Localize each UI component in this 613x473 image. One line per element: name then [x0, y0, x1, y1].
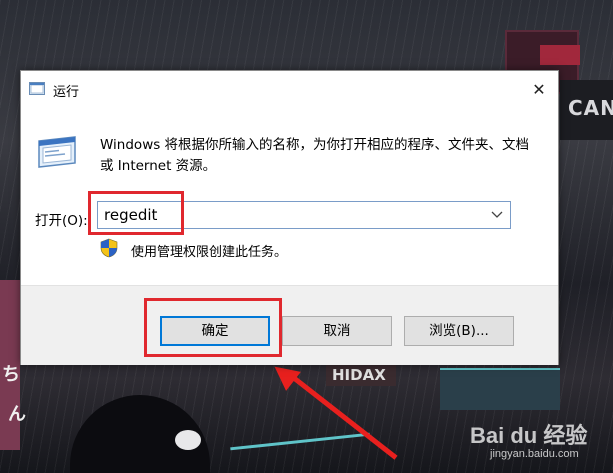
annotation-highlight-box [88, 191, 184, 235]
admin-note: 使用管理权限创建此任务。 [131, 245, 288, 260]
cancel-button[interactable]: 取消 [282, 316, 392, 346]
chevron-down-icon[interactable] [490, 207, 504, 223]
run-icon [38, 136, 76, 168]
open-label: 打开(O): [35, 213, 88, 229]
close-icon: ✕ [532, 79, 546, 99]
shield-icon [100, 238, 118, 258]
run-icon [29, 82, 45, 95]
wallpaper-char: ち [2, 364, 20, 385]
watermark-url: jingyan.baidu.com [490, 448, 579, 460]
dialog-footer: 确定 取消 浏览(B)... [21, 285, 558, 365]
run-dialog: 运行 ✕ Windows 将根据你所输入的名称，为你打开相应的程序、文件夹、文档… [20, 70, 559, 365]
annotation-highlight-box [144, 298, 282, 357]
title-bar[interactable]: 运行 ✕ [21, 71, 558, 107]
wallpaper-neon [440, 368, 560, 410]
dialog-description: Windows 将根据你所输入的名称，为你打开相应的程序、文件夹、文档或 Int… [100, 137, 530, 174]
wallpaper-shop-text: HIDAX [332, 366, 386, 384]
browse-button[interactable]: 浏览(B)... [404, 316, 514, 346]
wallpaper-line [230, 432, 370, 451]
wallpaper-sign-text: CAN [568, 96, 613, 120]
watermark: Bai du 经验 jingyan.baidu.com [470, 418, 587, 460]
wallpaper-face [175, 430, 201, 450]
wallpaper-char: ん [8, 404, 26, 425]
watermark-logo: Bai du 经验 [470, 423, 588, 448]
dialog-title: 运行 [53, 85, 80, 100]
wallpaper-sign [540, 45, 580, 65]
close-button[interactable]: ✕ [524, 75, 554, 103]
